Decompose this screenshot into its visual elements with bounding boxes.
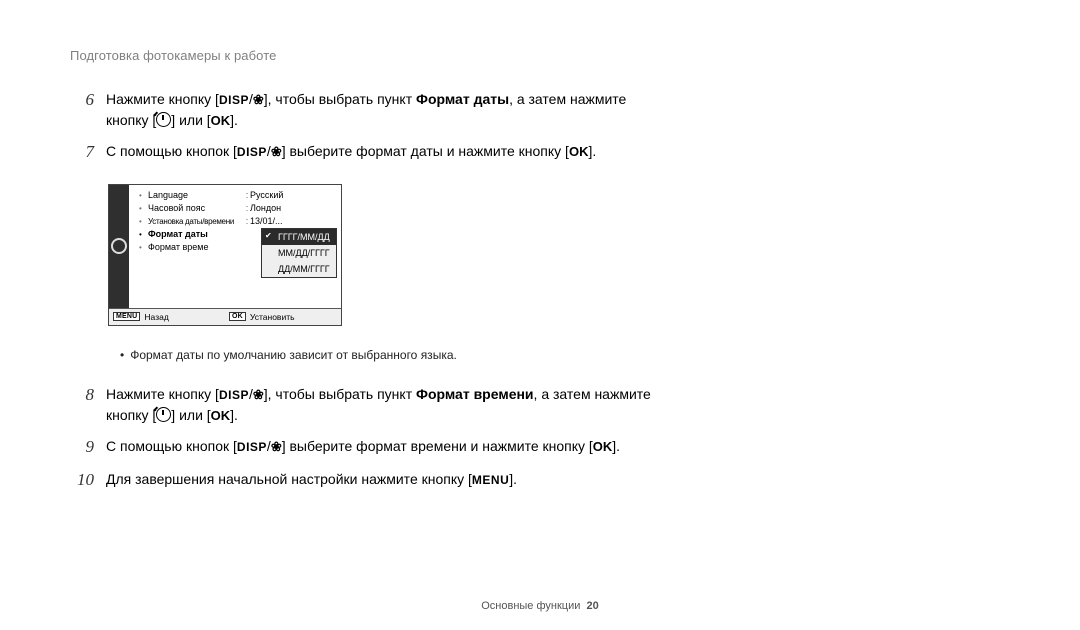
screen-main: • Language : Русский • Часовой пояс : Ло… xyxy=(129,185,341,308)
macro-icon: ❀ xyxy=(271,142,282,162)
text: С помощью кнопок [ xyxy=(106,438,237,454)
text: ]. xyxy=(612,438,620,454)
step-number: 9 xyxy=(70,436,94,459)
bullet-icon: • xyxy=(120,348,124,362)
page-number: 20 xyxy=(587,600,599,612)
disp-icon: DISP xyxy=(237,440,267,454)
menu-row-timezone: • Часовой пояс : Лондон xyxy=(129,202,341,215)
footer-set-label: Установить xyxy=(250,312,295,322)
bold-term: Формат времени xyxy=(416,386,534,402)
disp-icon: DISP xyxy=(237,145,267,159)
step-7: 7 С помощью кнопок [DISP/❀] выберите фор… xyxy=(70,141,670,164)
bullet-icon: • xyxy=(139,204,144,213)
menu-row-language: • Language : Русский xyxy=(129,189,341,202)
bullet-icon: • xyxy=(139,230,144,239)
step-text: С помощью кнопок [DISP/❀] выберите форма… xyxy=(106,436,620,459)
text: Нажмите кнопку [ xyxy=(106,386,219,402)
section-header: Подготовка фотокамеры к работе xyxy=(70,48,1010,63)
step-text: С помощью кнопок [DISP/❀] выберите форма… xyxy=(106,141,596,164)
screen-sidebar xyxy=(109,185,129,308)
menu-button-icon: MENU xyxy=(113,312,140,321)
footer-back-label: Назад xyxy=(144,312,168,322)
bullet-icon: • xyxy=(139,243,144,252)
disp-icon: DISP xyxy=(219,388,249,402)
row-label: Часовой пояс xyxy=(148,203,244,213)
step-number: 7 xyxy=(70,141,94,164)
ok-button-icon: OK xyxy=(229,312,246,321)
date-format-dropdown: ГГГГ/ММ/ДД ММ/ДД/ГГГГ ДД/ММ/ГГГГ xyxy=(261,228,337,278)
timer-icon xyxy=(156,112,171,127)
disp-icon: DISP xyxy=(219,93,249,107)
step-6: 6 Нажмите кнопку [DISP/❀], чтобы выбрать… xyxy=(70,89,670,131)
ok-icon: OK xyxy=(211,408,231,423)
row-label: Формат даты xyxy=(148,229,244,239)
text: ] или [ xyxy=(171,112,210,128)
macro-icon: ❀ xyxy=(253,385,264,405)
text: ]. xyxy=(588,143,596,159)
step-number: 10 xyxy=(70,469,94,492)
text: ], чтобы выбрать пункт xyxy=(264,91,416,107)
footer-section: Основные функции xyxy=(481,600,580,612)
row-label: Формат време xyxy=(148,242,244,252)
text: Нажмите кнопку [ xyxy=(106,91,219,107)
row-label: Language xyxy=(148,190,244,200)
step-text: Нажмите кнопку [DISP/❀], чтобы выбрать п… xyxy=(106,89,670,131)
text: ] или [ xyxy=(171,407,210,423)
bullet-icon: • xyxy=(139,217,144,226)
note-text: Формат даты по умолчанию зависит от выбр… xyxy=(130,348,457,362)
dropdown-option: ДД/ММ/ГГГГ xyxy=(262,261,336,277)
text: ]. xyxy=(230,112,238,128)
row-label: Установка даты/времени xyxy=(148,217,244,226)
row-value: Лондон xyxy=(250,203,281,213)
text: ] выберите формат времени и нажмите кноп… xyxy=(282,438,593,454)
screen-footer: MENU Назад OK Установить xyxy=(109,308,341,325)
step-number: 8 xyxy=(70,384,94,426)
page: Подготовка фотокамеры к работе 6 Нажмите… xyxy=(0,0,1080,630)
steps-list: 6 Нажмите кнопку [DISP/❀], чтобы выбрать… xyxy=(70,89,670,492)
page-footer: Основные функции 20 xyxy=(0,600,1080,612)
footer-set: OK Установить xyxy=(225,309,341,325)
text: ] выберите формат даты и нажмите кнопку … xyxy=(282,143,569,159)
menu-icon: MENU xyxy=(472,473,509,487)
bullet-icon: • xyxy=(139,191,144,200)
text: С помощью кнопок [ xyxy=(106,143,237,159)
macro-icon: ❀ xyxy=(271,437,282,457)
timer-icon xyxy=(156,407,171,422)
step-text: Для завершения начальной настройки нажми… xyxy=(106,469,517,492)
row-value: Русский xyxy=(250,190,283,200)
dropdown-option: ММ/ДД/ГГГГ xyxy=(262,245,336,261)
footer-back: MENU Назад xyxy=(109,309,225,325)
gear-icon xyxy=(111,238,127,254)
macro-icon: ❀ xyxy=(253,90,264,110)
ok-icon: OK xyxy=(569,144,589,159)
menu-row-datetime: • Установка даты/времени : 13/01/... xyxy=(129,215,341,228)
menu-row-dateformat: • Формат даты ГГГГ/ММ/ДД ММ/ДД/ГГГГ ДД/М… xyxy=(129,228,341,241)
dropdown-option-selected: ГГГГ/ММ/ДД xyxy=(262,229,336,245)
text: ]. xyxy=(509,471,517,487)
screen-body: • Language : Русский • Часовой пояс : Ло… xyxy=(109,185,341,308)
text: ], чтобы выбрать пункт xyxy=(264,386,416,402)
step-8: 8 Нажмите кнопку [DISP/❀], чтобы выбрать… xyxy=(70,384,670,426)
row-value: 13/01/... xyxy=(250,216,283,226)
ok-icon: OK xyxy=(593,439,613,454)
step-text: Нажмите кнопку [DISP/❀], чтобы выбрать п… xyxy=(106,384,670,426)
step-number: 6 xyxy=(70,89,94,131)
note: • Формат даты по умолчанию зависит от выб… xyxy=(120,348,670,362)
step-10: 10 Для завершения начальной настройки на… xyxy=(70,469,670,492)
bold-term: Формат даты xyxy=(416,91,509,107)
text: Для завершения начальной настройки нажми… xyxy=(106,471,472,487)
text: ]. xyxy=(230,407,238,423)
step-9: 9 С помощью кнопок [DISP/❀] выберите фор… xyxy=(70,436,670,459)
ok-icon: OK xyxy=(211,113,231,128)
camera-screen-mock: • Language : Русский • Часовой пояс : Ло… xyxy=(108,184,342,326)
